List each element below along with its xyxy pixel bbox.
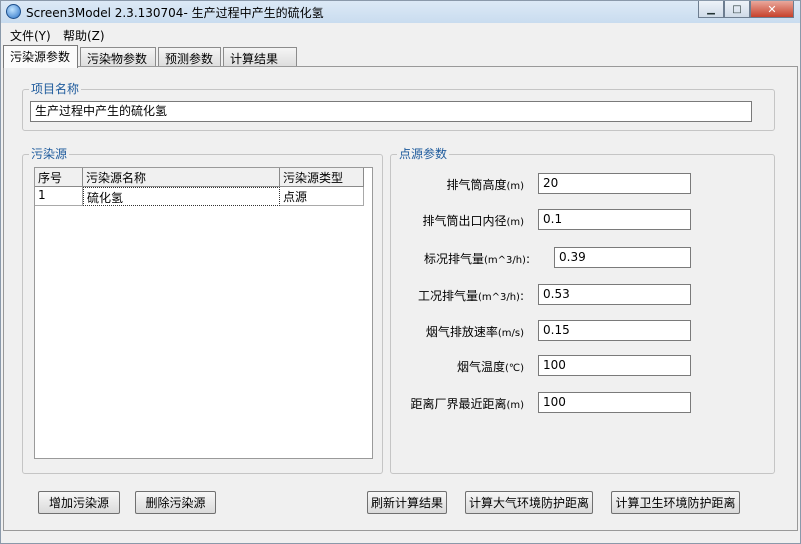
point-source-params-group: 点源参数 排气筒高度(m) 20 排气筒出口内径(m) 0.1 标况排气量(m^…: [390, 147, 775, 474]
window-title: Screen3Model 2.3.130704- 生产过程中产生的硫化氢: [26, 6, 324, 20]
column-header-name[interactable]: 污染源名称: [83, 168, 280, 187]
gas-temperature-input[interactable]: 100: [538, 355, 691, 376]
delete-source-button[interactable]: 删除污染源: [135, 491, 216, 514]
refresh-results-button[interactable]: 刷新计算结果: [367, 491, 447, 514]
stack-diameter-label: 排气筒出口内径(m): [422, 214, 524, 228]
source-table: 序号 污染源名称 污染源类型 1 硫化氢 点源: [34, 167, 373, 459]
app-logo-icon: [6, 4, 21, 19]
tab-strip: 污染源参数 污染物参数 预测参数 计算结果: [1, 45, 800, 68]
tab-pollutant-params[interactable]: 污染物参数: [80, 47, 156, 67]
tab-results[interactable]: 计算结果: [223, 47, 297, 67]
stack-diameter-input[interactable]: 0.1: [538, 209, 691, 230]
pollution-source-legend: 污染源: [29, 147, 70, 161]
table-row[interactable]: 1 硫化氢 点源: [35, 187, 364, 206]
tab-panel-source-params: 项目名称 生产过程中产生的硫化氢 污染源 序号 污染源名称 污染源类型 1 硫化…: [3, 66, 798, 531]
tab-source-params[interactable]: 污染源参数: [3, 45, 78, 68]
pollution-source-group: 污染源 序号 污染源名称 污染源类型 1 硫化氢 点源: [22, 147, 383, 474]
cell-source-name[interactable]: 硫化氢: [83, 187, 280, 206]
close-button[interactable]: ✕: [750, 1, 794, 18]
cell-index[interactable]: 1: [35, 187, 83, 206]
tab-prediction-params[interactable]: 预测参数: [158, 47, 221, 67]
boundary-distance-input[interactable]: 100: [538, 392, 691, 413]
project-name-legend: 项目名称: [29, 82, 82, 96]
app-window: Screen3Model 2.3.130704- 生产过程中产生的硫化氢 ▁ □…: [0, 0, 801, 544]
cell-source-type[interactable]: 点源: [280, 187, 364, 206]
stack-height-input[interactable]: 20: [538, 173, 691, 194]
calc-sanitary-distance-button[interactable]: 计算卫生环境防护距离: [611, 491, 740, 514]
table-header: 序号 污染源名称 污染源类型: [35, 168, 364, 187]
actual-flow-label: 工况排气量(m^3/h):: [417, 289, 524, 303]
gas-temperature-label: 烟气温度(℃): [456, 360, 524, 374]
minimize-button[interactable]: ▁: [698, 1, 724, 18]
maximize-button[interactable]: □: [724, 1, 750, 18]
standard-flow-label: 标况排气量(m^3/h):: [423, 252, 530, 266]
title-bar: Screen3Model 2.3.130704- 生产过程中产生的硫化氢 ▁ □…: [1, 1, 800, 23]
menu-bar: 文件(Y) 帮助(Z): [1, 25, 800, 44]
column-header-index[interactable]: 序号: [35, 168, 83, 187]
standard-flow-input[interactable]: 0.39: [554, 247, 691, 268]
actual-flow-input[interactable]: 0.53: [538, 284, 691, 305]
boundary-distance-label: 距离厂界最近距离(m): [410, 397, 524, 411]
menu-file[interactable]: 文件(Y): [10, 27, 51, 44]
exit-velocity-label: 烟气排放速率(m/s): [425, 325, 524, 339]
column-header-type[interactable]: 污染源类型: [280, 168, 364, 187]
exit-velocity-input[interactable]: 0.15: [538, 320, 691, 341]
menu-help[interactable]: 帮助(Z): [63, 27, 105, 44]
point-source-params-legend: 点源参数: [397, 147, 450, 161]
add-source-button[interactable]: 增加污染源: [38, 491, 120, 514]
stack-height-label: 排气筒高度(m): [446, 178, 524, 192]
calc-atmos-distance-button[interactable]: 计算大气环境防护距离: [465, 491, 593, 514]
project-name-input[interactable]: 生产过程中产生的硫化氢: [30, 101, 752, 122]
project-name-group: 项目名称 生产过程中产生的硫化氢: [22, 82, 775, 131]
